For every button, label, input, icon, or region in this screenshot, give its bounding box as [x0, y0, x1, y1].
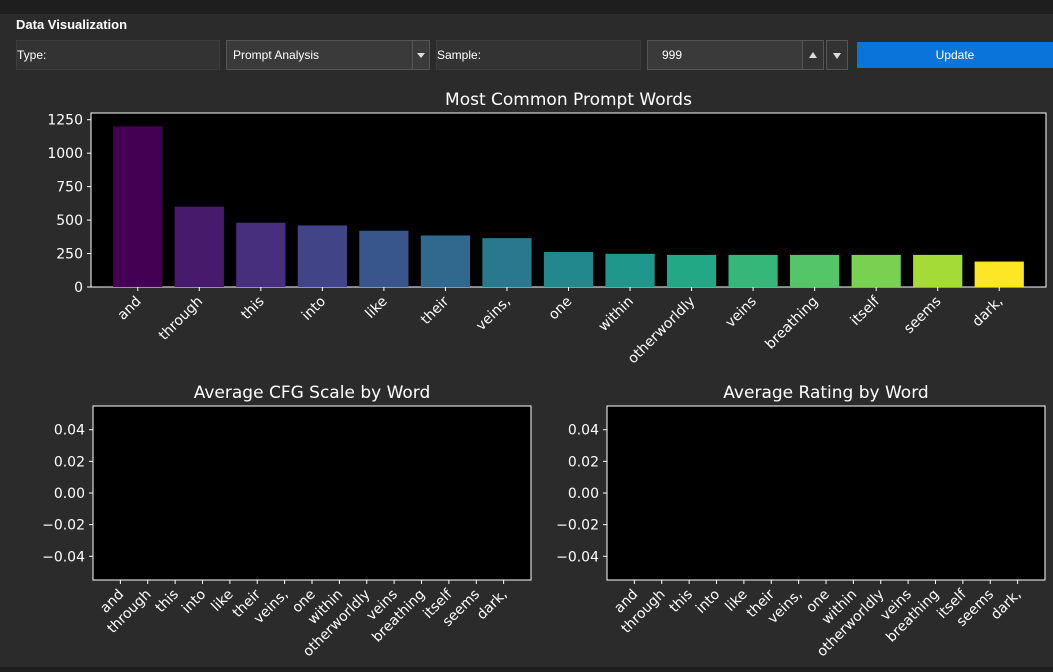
- x-tick-label: one: [546, 294, 576, 324]
- y-tick-label: −0.04: [556, 549, 599, 565]
- sample-label: Sample:: [437, 48, 482, 62]
- x-tick-label: into: [693, 587, 723, 617]
- bar: [420, 235, 471, 287]
- bar: [851, 254, 901, 287]
- sample-label-field: Sample:: [436, 40, 641, 70]
- y-tick-label: −0.02: [556, 518, 599, 534]
- bar: [666, 254, 717, 287]
- window-titlebar: [0, 0, 1053, 14]
- bar: [974, 261, 1024, 287]
- bar: [482, 238, 532, 287]
- y-tick-label: 0.02: [54, 454, 85, 470]
- y-tick-label: 1000: [47, 146, 83, 162]
- y-tick-label: 250: [56, 247, 83, 263]
- bar: [543, 251, 594, 287]
- y-tick-label: 750: [56, 180, 83, 196]
- x-tick-label: dark,: [474, 587, 511, 624]
- x-tick-label: within: [596, 294, 637, 335]
- plot-area: [92, 405, 532, 581]
- x-tick-label: and: [115, 294, 145, 324]
- chart-title: Average CFG Scale by Word: [194, 383, 431, 403]
- x-tick-label: this: [238, 294, 267, 323]
- spin-up-icon[interactable]: [802, 40, 824, 70]
- x-tick-label: itself: [848, 293, 884, 329]
- x-tick-label: veins,: [473, 294, 514, 335]
- y-tick-label: 0.00: [568, 486, 599, 502]
- y-tick-label: 0.04: [54, 423, 85, 439]
- y-tick-label: −0.02: [42, 518, 85, 534]
- update-button[interactable]: Update: [857, 42, 1053, 68]
- x-tick-label: into: [299, 294, 329, 324]
- bar: [174, 206, 224, 287]
- type-select-value: Prompt Analysis: [233, 48, 320, 62]
- spin-down-icon[interactable]: [826, 40, 848, 70]
- x-tick-label: their: [418, 293, 453, 328]
- y-tick-label: 0.00: [54, 486, 85, 502]
- x-tick-label: breathing: [762, 294, 821, 353]
- type-label: Type:: [17, 48, 47, 62]
- page-title: Data Visualization: [16, 17, 128, 32]
- x-tick-label: veins: [722, 294, 759, 331]
- bar: [359, 230, 409, 287]
- bar: [913, 254, 963, 287]
- bar: [728, 254, 778, 287]
- chart-title: Most Common Prompt Words: [445, 90, 692, 110]
- bar: [113, 126, 163, 287]
- y-tick-label: 500: [56, 213, 83, 229]
- figure-canvas: Most Common Prompt Words 0 250 500 750 1000 12…: [16, 76, 1053, 667]
- type-select[interactable]: Prompt Analysis: [226, 40, 430, 70]
- x-tick-label: this: [153, 587, 182, 616]
- y-tick-label: −0.04: [42, 549, 85, 565]
- type-label-field: Type:: [16, 40, 220, 70]
- bar: [236, 222, 286, 287]
- x-tick-label: like: [362, 294, 390, 322]
- bar: [790, 254, 840, 287]
- x-tick-label: into: [179, 587, 209, 617]
- bar: [297, 225, 347, 287]
- charts-svg: Most Common Prompt Words 0 250 500 750 1000 12…: [42, 90, 1047, 660]
- chart-title: Average Rating by Word: [723, 383, 928, 403]
- x-tick-label: dark,: [969, 294, 1006, 331]
- sample-spinbox[interactable]: 999: [647, 40, 803, 70]
- x-tick-label: seems: [901, 294, 944, 337]
- y-tick-label: 1250: [47, 113, 83, 129]
- chevron-down-icon[interactable]: [412, 41, 429, 69]
- x-tick-label: dark,: [988, 587, 1025, 624]
- x-tick-label: this: [667, 587, 696, 616]
- x-tick-label: through: [156, 294, 206, 344]
- y-tick-label: 0.04: [568, 423, 599, 439]
- bar: [605, 253, 655, 287]
- sample-value: 999: [662, 48, 683, 62]
- y-tick-label: 0: [74, 280, 83, 296]
- plot-area: [606, 405, 1046, 581]
- y-tick-label: 0.02: [568, 454, 599, 470]
